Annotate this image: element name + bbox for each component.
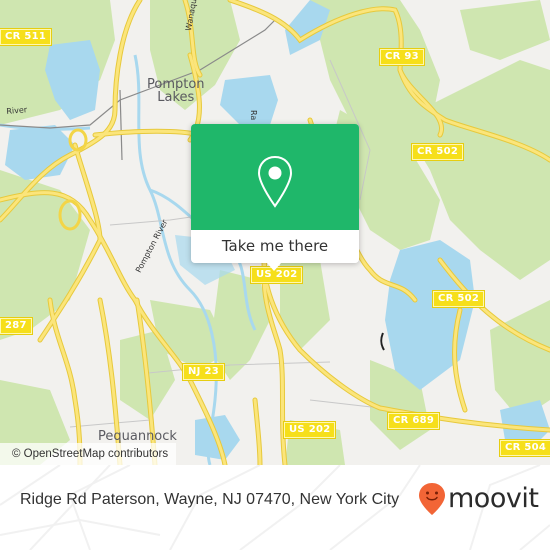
place-label-pompton-lakes: Pompton Lakes [147, 78, 205, 104]
shield-i287: 287 [0, 317, 33, 335]
place-label-pequannock: Pequannock [98, 429, 177, 444]
route-marker [380, 332, 385, 351]
shield-cr502-mid: CR 502 [431, 290, 486, 308]
road-label-river: River [6, 105, 28, 116]
moovit-wordmark: moovit [448, 483, 539, 514]
shield-cr511: CR 511 [0, 28, 53, 46]
map-pin-icon [257, 155, 293, 208]
popup-header [191, 124, 359, 230]
shield-cr689: CR 689 [386, 412, 441, 430]
take-me-there-button[interactable]: Take me there [191, 230, 359, 263]
osm-attribution[interactable]: © OpenStreetMap contributors [0, 443, 177, 465]
shield-cr504: CR 504 [498, 439, 550, 457]
destination-popup: Take me there [191, 124, 359, 271]
place-label-line: Lakes [157, 90, 195, 105]
popup-pointer [267, 263, 281, 271]
road-label-ramapo: Ra [249, 110, 258, 121]
shield-cr93: CR 93 [379, 48, 425, 66]
address-text: Ridge Rd Paterson, Wayne, NJ 07470, New … [20, 491, 400, 508]
map-view[interactable]: Pompton Lakes Pequannock Wanaque Ra Pomp… [0, 0, 550, 465]
footer: Ridge Rd Paterson, Wayne, NJ 07470, New … [0, 465, 550, 550]
shield-cr502-top: CR 502 [410, 143, 465, 161]
shield-us202-bottom: US 202 [282, 421, 337, 439]
moovit-smiley-pin-icon [419, 483, 445, 515]
moovit-logo[interactable]: moovit [418, 482, 539, 516]
shield-nj23: NJ 23 [182, 363, 225, 381]
